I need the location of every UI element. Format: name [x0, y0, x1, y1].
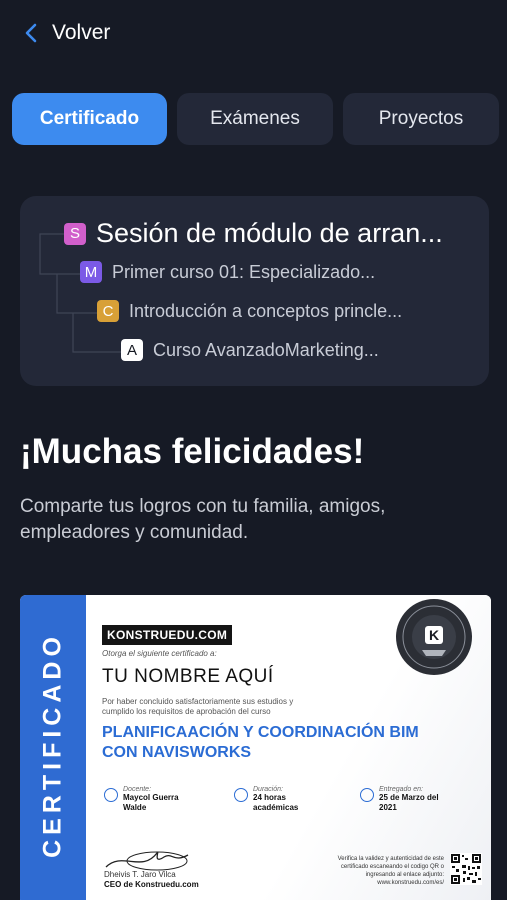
congrats-subtitle: Comparte tus logros con tu familia, amig… — [20, 496, 386, 543]
tab-examenes[interactable]: Exámenes — [177, 93, 333, 145]
recipient-name: TU NOMBRE AQUÍ — [102, 666, 274, 687]
teacher-info: Docente: Maycol Guerra Walde — [104, 786, 193, 813]
tree-item-advanced[interactable]: A Curso AvanzadoMarketing... — [121, 339, 379, 361]
duration-label: Duración: — [253, 786, 283, 793]
seal-letter: K — [429, 627, 439, 643]
tree-item-module[interactable]: M Primer curso 01: Especializado... — [80, 261, 375, 283]
brand-logo: KONSTRUEDU.COM — [102, 625, 233, 645]
tab-proyectos[interactable]: Proyectos — [343, 93, 499, 145]
calendar-icon — [360, 788, 374, 802]
duration-info: Duración: 24 horas académicas — [234, 786, 313, 813]
course-label: Introducción a conceptos princle... — [129, 300, 403, 321]
certificate-description: Por haber concluido satisfactoriamente s… — [102, 697, 294, 716]
tab-certificado[interactable]: Certificado — [12, 93, 167, 145]
module-label: Primer curso 01: Especializado... — [112, 261, 376, 282]
verify-text: Verifica la validez y autenticidad de es… — [337, 856, 444, 886]
certificate-seal-icon: K — [396, 599, 472, 675]
tree-item-course[interactable]: C Introducción a conceptos princle... — [97, 300, 402, 322]
back-label: Volver — [52, 21, 111, 44]
teacher-icon — [104, 788, 118, 802]
delivered-label: Entregado en: — [379, 786, 423, 793]
certificate-side-band: CERTIFICADO — [20, 595, 86, 900]
signer-name: Dheivis T. Jaro Vilca — [104, 870, 176, 879]
module-badge: M — [80, 261, 102, 283]
certificate-body: KONSTRUEDU.COM Otorga el siguiente certi… — [86, 595, 491, 900]
duration-value: 24 horas académicas — [253, 793, 299, 812]
teacher-label: Docente: — [123, 786, 152, 793]
qr-code-icon — [450, 853, 482, 885]
session-badge: S — [64, 222, 86, 245]
signer-role: CEO de Konstruedu.com — [104, 880, 199, 889]
advanced-label: Curso AvanzadoMarketing... — [153, 339, 379, 360]
session-label: Sesión de módulo de arran... — [96, 218, 443, 248]
tree-item-session[interactable]: S Sesión de módulo de arran... — [64, 218, 443, 249]
brand-text: KONSTRUEDU.COM — [107, 628, 228, 642]
congrats-title: ¡Muchas felicidades! — [20, 432, 365, 471]
back-button[interactable]: Volver — [24, 18, 110, 48]
teacher-name: Maycol Guerra Walde — [123, 793, 179, 812]
delivered-value: 25 de Marzo del 2021 — [379, 793, 439, 812]
advanced-badge: A — [121, 339, 143, 361]
certificate-grants-text: Otorga el siguiente certificado a: — [102, 649, 217, 658]
course-hierarchy-card: S Sesión de módulo de arran... M Primer … — [20, 196, 489, 386]
delivered-info: Entregado en: 25 de Marzo del 2021 — [360, 786, 439, 813]
tab-bar: Certificado Exámenes Proyectos — [12, 93, 499, 145]
certificate-side-label: CERTIFICADO — [38, 632, 67, 858]
certificate-preview[interactable]: CERTIFICADO KONSTRUEDU.COM Otorga el sig… — [20, 595, 491, 900]
certificate-course-title: PLANIFICAACIÓN Y COORDINACIÓN BIM CON NA… — [102, 724, 419, 761]
chevron-left-icon — [25, 23, 37, 43]
clock-icon — [234, 788, 248, 802]
course-badge: C — [97, 300, 119, 322]
